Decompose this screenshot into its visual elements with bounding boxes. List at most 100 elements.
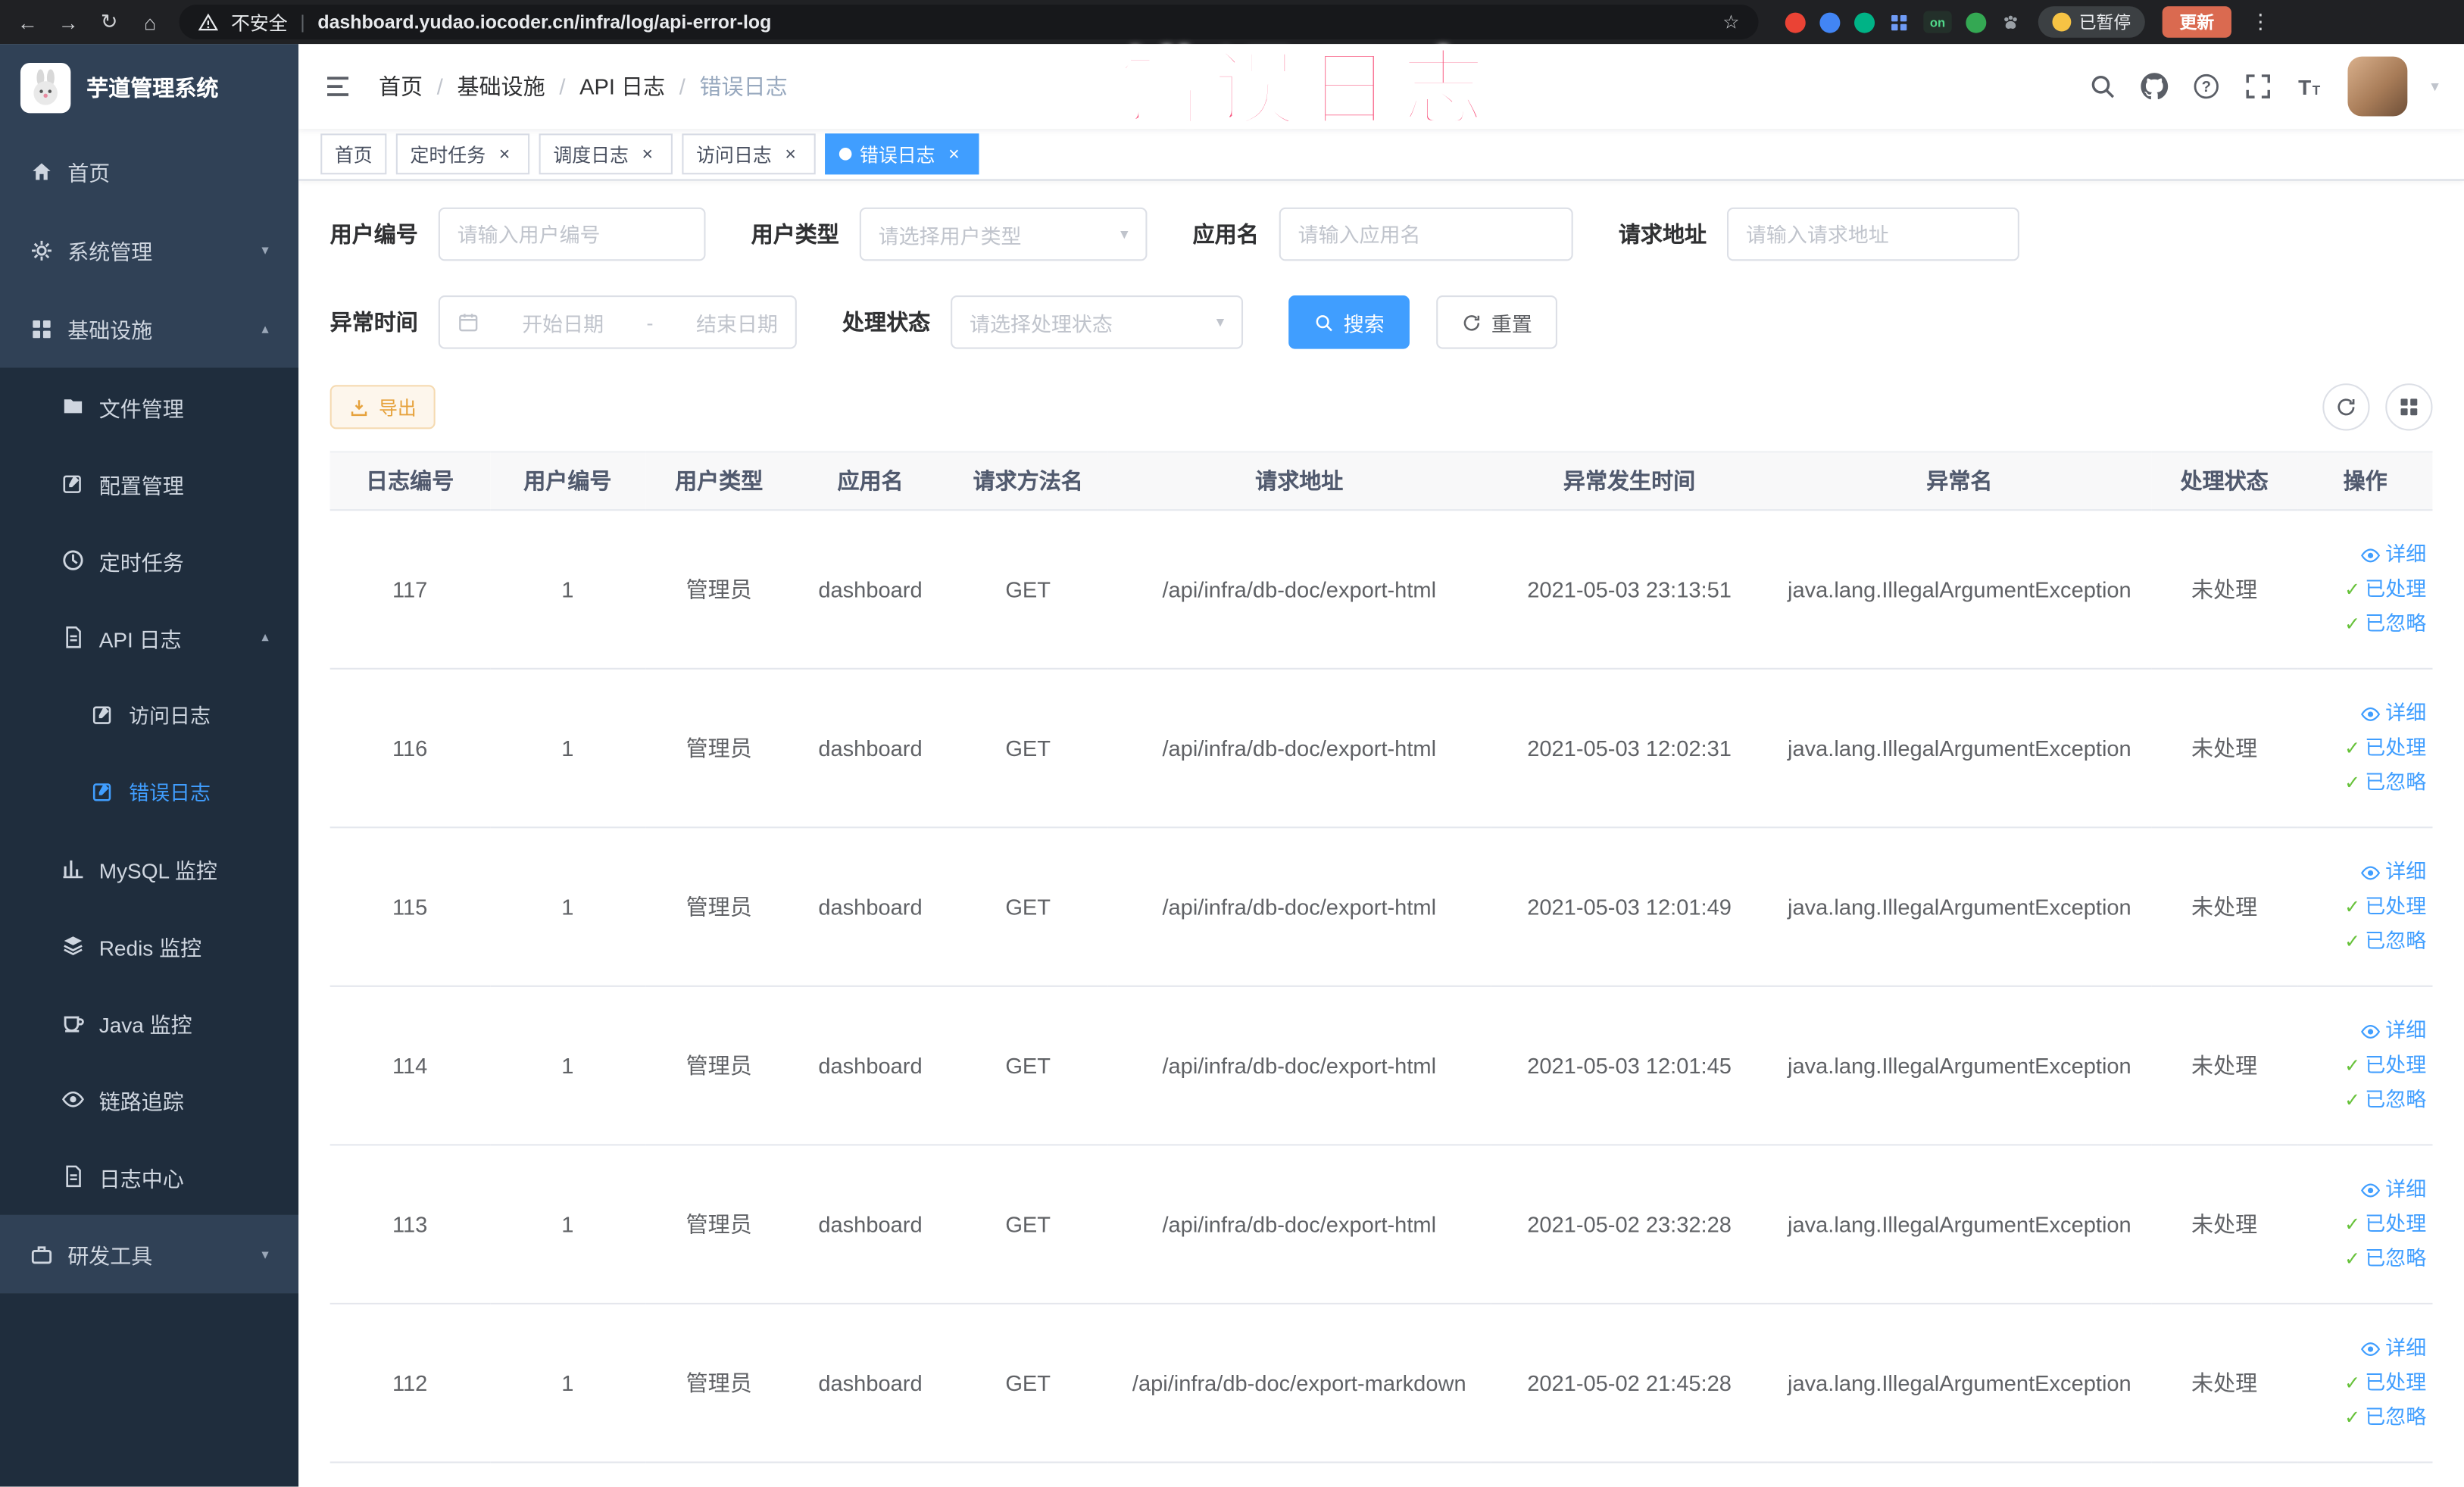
green-circle-extension-icon[interactable] — [1966, 11, 1987, 33]
mark-processed-link[interactable]: ✓ 已处理 — [2304, 1207, 2426, 1242]
detail-link[interactable]: 详细 — [2304, 1173, 2426, 1207]
tags-view-bar: 首页 定时任务 × 调度日志 × 访问日志 × 错误日志 × — [298, 129, 2464, 181]
check-icon: ✓ — [2344, 930, 2361, 953]
chevron-down-icon: ▾ — [1120, 225, 1129, 243]
cell-user-id: 1 — [489, 986, 646, 1146]
paw-extension-icon[interactable] — [2000, 12, 2021, 33]
update-button[interactable]: 更新 — [2162, 6, 2231, 38]
end-date-placeholder: 结束日期 — [695, 311, 778, 336]
cell-app-name: dashboard — [792, 1303, 948, 1464]
refresh-table-button[interactable] — [2322, 383, 2370, 431]
cell-app-name: dashboard — [792, 1145, 948, 1304]
breadcrumb-infra[interactable]: 基础设施 — [457, 70, 545, 102]
blue-circle-extension-icon[interactable] — [1819, 11, 1841, 33]
sidebar-item-home[interactable]: 首页 — [0, 132, 298, 211]
fullscreen-icon[interactable] — [2244, 72, 2272, 100]
process-status-select[interactable]: 请选择处理状态 ▾ — [951, 295, 1244, 349]
sidebar-item-tracing[interactable]: 链路追踪 — [0, 1061, 298, 1138]
sidebar-item-scheduled-jobs[interactable]: 定时任务 — [0, 522, 298, 599]
sidebar-item-java-monitor[interactable]: Java 监控 — [0, 984, 298, 1061]
teal-circle-extension-icon[interactable] — [1854, 11, 1875, 33]
mark-processed-link[interactable]: ✓ 已处理 — [2304, 1048, 2426, 1083]
eye-icon — [2360, 703, 2381, 723]
tab-scheduled-jobs[interactable]: 定时任务 × — [395, 133, 530, 175]
sidebar-item-config-manage[interactable]: 配置管理 — [0, 445, 298, 522]
mark-processed-link[interactable]: ✓ 已处理 — [2304, 731, 2426, 766]
mark-ignored-link[interactable]: ✓ 已忽略 — [2304, 1082, 2426, 1117]
cell-method: GET — [948, 1145, 1108, 1304]
tab-access-log[interactable]: 访问日志 × — [682, 133, 816, 175]
cell-exception-name: java.lang.IllegalArgumentException — [1768, 668, 2151, 829]
back-button[interactable]: ← — [16, 10, 39, 33]
detail-link[interactable]: 详细 — [2304, 1014, 2426, 1048]
breadcrumb-home[interactable]: 首页 — [379, 70, 423, 102]
avatar-caret-down-icon[interactable]: ▾ — [2431, 78, 2438, 95]
export-button[interactable]: 导出 — [329, 385, 436, 430]
reload-button[interactable]: ↻ — [98, 9, 121, 34]
tab-error-log[interactable]: 错误日志 × — [825, 133, 979, 175]
mark-ignored-link[interactable]: ✓ 已忽略 — [2304, 1242, 2426, 1276]
app-name-input[interactable] — [1298, 222, 1554, 246]
mark-ignored-link[interactable]: ✓ 已忽略 — [2304, 607, 2426, 642]
infra-submenu: 文件管理 配置管理 定时任务 API 日志 ▴ 访问日志 错误日志 MySQL … — [0, 367, 299, 1215]
forward-button[interactable]: → — [57, 10, 80, 33]
paused-badge[interactable]: 已暂停 — [2038, 6, 2145, 38]
detail-link[interactable]: 详细 — [2304, 855, 2426, 890]
tab-schedule-log[interactable]: 调度日志 × — [539, 133, 673, 175]
column-settings-button[interactable] — [2385, 383, 2433, 431]
cell-exception-name: java.lang.IllegalArgumentException — [1768, 1145, 2151, 1304]
user-avatar[interactable] — [2347, 56, 2408, 117]
date-range-picker[interactable]: 开始日期 - 结束日期 — [438, 295, 797, 349]
search-icon[interactable] — [2088, 72, 2116, 100]
sidebar-item-error-log[interactable]: 错误日志 — [0, 753, 298, 830]
search-button[interactable]: 搜索 — [1288, 295, 1410, 349]
sidebar-item-api-log[interactable]: API 日志 ▴ — [0, 598, 298, 676]
sidebar-item-dev-tools[interactable]: 研发工具 ▾ — [0, 1215, 298, 1294]
red-circle-extension-icon[interactable] — [1785, 11, 1806, 33]
mark-ignored-link[interactable]: ✓ 已忽略 — [2304, 924, 2426, 959]
cell-app-name: dashboard — [792, 510, 948, 670]
sidebar-item-log-center[interactable]: 日志中心 — [0, 1138, 298, 1215]
sidebar-item-access-log[interactable]: 访问日志 — [0, 676, 298, 753]
switch-on-badge-icon[interactable]: on — [1923, 11, 1952, 33]
sidebar-logo[interactable]: 芋道管理系统 — [0, 44, 298, 132]
mark-processed-link[interactable]: ✓ 已处理 — [2304, 572, 2426, 607]
chevron-down-icon: ▾ — [261, 1245, 269, 1261]
sidebar-item-mysql-monitor[interactable]: MySQL 监控 — [0, 829, 298, 907]
apps-grid-extension-icon[interactable] — [1889, 12, 1910, 33]
sidebar-item-system[interactable]: 系统管理 ▾ — [0, 211, 298, 289]
address-bar[interactable]: 不安全 | dashboard.yudao.iocoder.cn/infra/l… — [179, 5, 1759, 39]
mark-processed-link[interactable]: ✓ 已处理 — [2304, 889, 2426, 924]
gear-icon — [30, 238, 53, 261]
font-size-icon[interactable] — [2296, 72, 2324, 100]
help-question-icon[interactable] — [2192, 72, 2220, 100]
breadcrumb-api-log[interactable]: API 日志 — [579, 70, 665, 102]
mark-ignored-link[interactable]: ✓ 已忽略 — [2304, 1400, 2426, 1435]
cell-status: 未处理 — [2150, 1145, 2298, 1304]
filter-row-1: 用户编号 用户类型 请选择用户类型 ▾ 应用名 — [330, 207, 2433, 261]
mark-ignored-link[interactable]: ✓ 已忽略 — [2304, 765, 2426, 800]
bookmark-star-icon[interactable]: ☆ — [1722, 11, 1739, 33]
cell-exception-time: 2021-05-02 21:45:28 — [1490, 1303, 1769, 1464]
collapse-sidebar-icon[interactable] — [323, 72, 351, 100]
close-icon[interactable]: × — [636, 143, 658, 165]
detail-link[interactable]: 详细 — [2304, 1331, 2426, 1366]
cell-request-url: /api/infra/db-doc/export-html — [1107, 510, 1491, 670]
detail-link[interactable]: 详细 — [2304, 696, 2426, 731]
request-url-input[interactable] — [1745, 222, 2000, 246]
github-icon[interactable] — [2141, 72, 2169, 100]
close-icon[interactable]: × — [493, 143, 515, 165]
sidebar-item-file-manage[interactable]: 文件管理 — [0, 367, 298, 445]
sidebar-item-redis-monitor[interactable]: Redis 监控 — [0, 907, 298, 984]
tab-home[interactable]: 首页 — [320, 133, 387, 175]
reset-button[interactable]: 重置 — [1436, 295, 1558, 349]
mark-processed-link[interactable]: ✓ 已处理 — [2304, 1366, 2426, 1401]
user-type-select[interactable]: 请选择用户类型 ▾ — [859, 207, 1148, 261]
close-icon[interactable]: × — [943, 143, 965, 165]
detail-link[interactable]: 详细 — [2304, 538, 2426, 573]
sidebar-item-infra[interactable]: 基础设施 ▴ — [0, 289, 298, 368]
home-button[interactable]: ⌂ — [139, 10, 162, 33]
browser-menu-icon[interactable]: ⋮ — [2249, 9, 2272, 34]
user-id-input[interactable] — [457, 222, 687, 246]
close-icon[interactable]: × — [779, 143, 801, 165]
